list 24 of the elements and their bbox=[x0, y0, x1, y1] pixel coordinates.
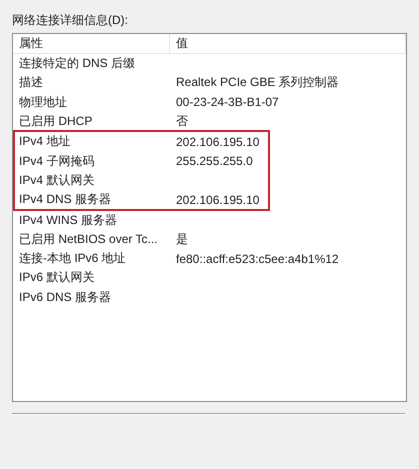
value-cell-text: 202.106.195.10 bbox=[175, 134, 260, 149]
value-cell-text: fe80::acff:e523:c5ee:a4b1%12 bbox=[175, 252, 339, 266]
column-header[interactable]: 值 bbox=[170, 34, 406, 53]
property-cell-text: 描述 bbox=[18, 74, 44, 92]
value-cell-text: 202.106.195.10 bbox=[175, 192, 260, 207]
value-cell-text: 否 bbox=[175, 113, 188, 130]
property-cell-text: IPv4 WINS 服务器 bbox=[18, 212, 118, 229]
property-cell-text: IPv4 地址 bbox=[18, 133, 72, 150]
value-cell-text: Realtek PCIe GBE 系列控制器 bbox=[175, 74, 339, 92]
property-cell-text: IPv4 子网掩码 bbox=[18, 152, 96, 170]
property-cell-text: IPv6 DNS 服务器 bbox=[18, 288, 112, 306]
property-cell-text: 连接-本地 IPv6 地址 bbox=[18, 250, 127, 268]
details-label: 网络连接详细信息(D): bbox=[12, 12, 129, 29]
property-cell-text: IPv4 默认网关 bbox=[18, 172, 96, 189]
value-cell-text: 是 bbox=[175, 230, 188, 248]
property-cell-text: IPv4 DNS 服务器 bbox=[18, 191, 112, 208]
property-cell-text: 连接特定的 DNS 后缀 bbox=[18, 55, 136, 72]
property-cell-text: 已启用 DHCP bbox=[18, 113, 94, 130]
property-cell-text: IPv6 默认网关 bbox=[18, 269, 96, 286]
column-header[interactable]: 属性 bbox=[13, 34, 170, 53]
property-cell-text: 物理地址 bbox=[18, 94, 68, 111]
value-cell-text: 255.255.255.0 bbox=[175, 154, 253, 168]
value-cell-text: 00-23-24-3B-B1-07 bbox=[175, 95, 279, 110]
property-cell-text: 已启用 NetBIOS over Tc... bbox=[18, 230, 158, 248]
